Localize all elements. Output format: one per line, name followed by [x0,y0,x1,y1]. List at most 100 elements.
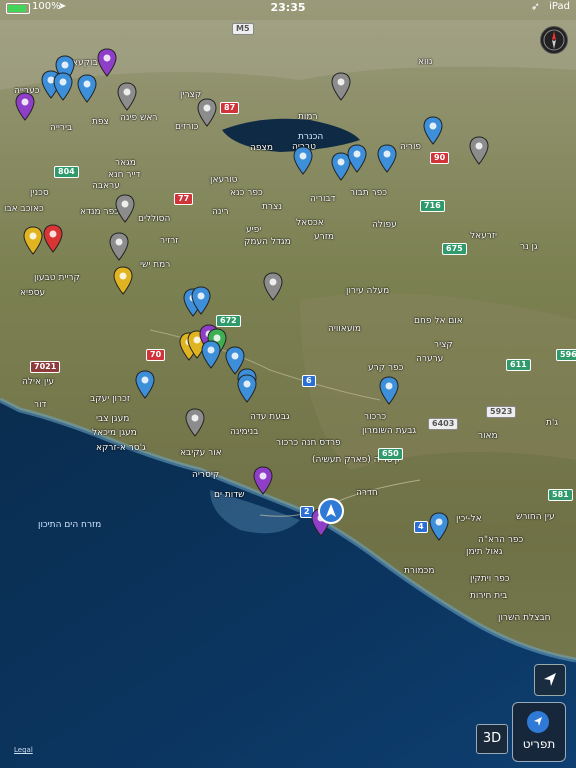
place-label: בית חירות [470,591,508,601]
place-label: כפר ויתקין [470,574,510,584]
compass-icon[interactable] [540,26,568,54]
road-shield: M5 [232,23,254,35]
status-bar: 100% ➤ 23:35 ➶ iPad [0,0,576,16]
blue-map-pin-icon[interactable] [190,286,212,316]
blue-map-pin-icon[interactable] [76,74,98,104]
menu-label: תפריט [522,737,556,751]
place-label: זרזיר [160,236,179,246]
road-shield: 650 [378,448,403,460]
place-label: עספיא [20,288,46,298]
place-label: כפר תבור [350,188,387,198]
blue-map-pin-icon[interactable] [134,370,156,400]
place-label: כפר קרע [368,363,404,373]
lake-label: הכנרת [298,132,324,142]
navigation-arrow-icon [544,673,556,686]
place-label: רמת ישי [140,260,171,270]
road-shield: 70 [146,349,166,361]
place-label: קריית טבעון [34,273,80,283]
place-label: אור עקיבא [180,448,222,458]
map-view[interactable]: 100% ➤ 23:35 ➶ iPad מזרח הים התיכון הכנר… [0,0,576,768]
gray-map-pin-icon[interactable] [468,136,490,166]
place-label: גאול תימן [466,547,503,557]
road-shield: 87 [220,102,240,114]
blue-map-pin-icon[interactable] [236,374,258,404]
place-label: מעגן מיכאל [92,428,137,438]
place-label: ג'ת [546,418,559,428]
road-shield: 611 [506,359,531,371]
place-label: גן נר [520,242,538,252]
place-label: מגדל העמק [244,237,291,247]
gray-map-pin-icon[interactable] [114,194,136,224]
place-label: זכרון יעקב [90,394,130,404]
gray-map-pin-icon[interactable] [184,408,206,438]
gray-map-pin-icon[interactable] [116,82,138,112]
blue-map-pin-icon[interactable] [378,376,400,406]
gray-map-pin-icon[interactable] [108,232,130,262]
purple-map-pin-icon[interactable] [14,92,36,122]
yellow-map-pin-icon[interactable] [112,266,134,296]
status-time: 23:35 [270,1,306,14]
road-shield: 675 [442,243,467,255]
road-shield: 596 [556,349,576,361]
place-label: חבצלת השרון [498,613,551,623]
road-shield: 6 [302,375,316,387]
gray-map-pin-icon[interactable] [262,272,284,302]
place-label: טורעאן [210,175,238,185]
place-label: מצפה [250,143,273,153]
place-label: נווא [418,57,433,67]
road-shield: 77 [174,193,194,205]
blue-map-pin-icon[interactable] [52,72,74,102]
place-label: הסוללים [138,214,171,224]
place-label: יזרעאל [470,231,497,241]
place-label: מעלה עירון [346,286,390,296]
purple-map-pin-icon[interactable] [96,48,118,78]
place-label: סכנין [30,188,49,198]
place-label: בירייה [50,123,73,133]
place-label: עין אילה [22,377,54,387]
place-label: מעגן צבי [96,414,130,424]
gray-map-pin-icon[interactable] [196,98,218,128]
blue-map-pin-icon[interactable] [292,146,314,176]
legal-link[interactable]: Legal [14,746,33,754]
place-label: ראש פינה [120,113,158,123]
place-label: כפר כנא [230,188,263,198]
red-map-pin-icon[interactable] [42,224,64,254]
blue-map-pin-icon[interactable] [346,144,368,174]
locate-button[interactable] [534,664,566,696]
place-label: אכסאל [296,218,324,228]
place-label: גבעת עדה [250,412,290,422]
blue-map-pin-icon[interactable] [428,512,450,542]
road-shield: 90 [430,152,450,164]
road-shield: 804 [54,166,79,178]
place-label: עראבה [92,181,120,191]
place-label: קציר [434,340,453,350]
place-label: ג'סר א-זרקא [96,443,146,453]
three-d-button[interactable]: 3D [476,724,508,754]
place-label: יפיע [246,225,262,235]
menu-button[interactable]: תפריט [512,702,566,762]
place-label: רמות [298,112,318,122]
place-label: דבוריה [310,194,336,204]
road-shield: 4 [414,521,428,533]
blue-map-pin-icon[interactable] [200,340,222,370]
sea-label: מזרח הים התיכון [38,520,102,530]
place-label: דור [34,400,47,410]
place-label: ערערה [416,354,444,364]
navigation-icon [527,711,549,733]
place-label: רינה [212,207,229,217]
place-label: דייר חנא [108,170,141,180]
place-label: שדות ים [214,490,245,500]
current-location-icon [318,498,344,524]
road-shield: 581 [548,489,573,501]
road-shield: 6403 [428,418,459,430]
place-label: מועאוויה [328,324,362,334]
gray-map-pin-icon[interactable] [330,72,352,102]
blue-map-pin-icon[interactable] [422,116,444,146]
blue-map-pin-icon[interactable] [376,144,398,174]
place-label: קיסריה [192,470,220,480]
purple-map-pin-icon[interactable] [252,466,274,496]
place-label: צפת [92,117,109,127]
place-label: מגאר [115,158,136,168]
yellow-map-pin-icon[interactable] [22,226,44,256]
road-shield: 7021 [30,361,61,373]
